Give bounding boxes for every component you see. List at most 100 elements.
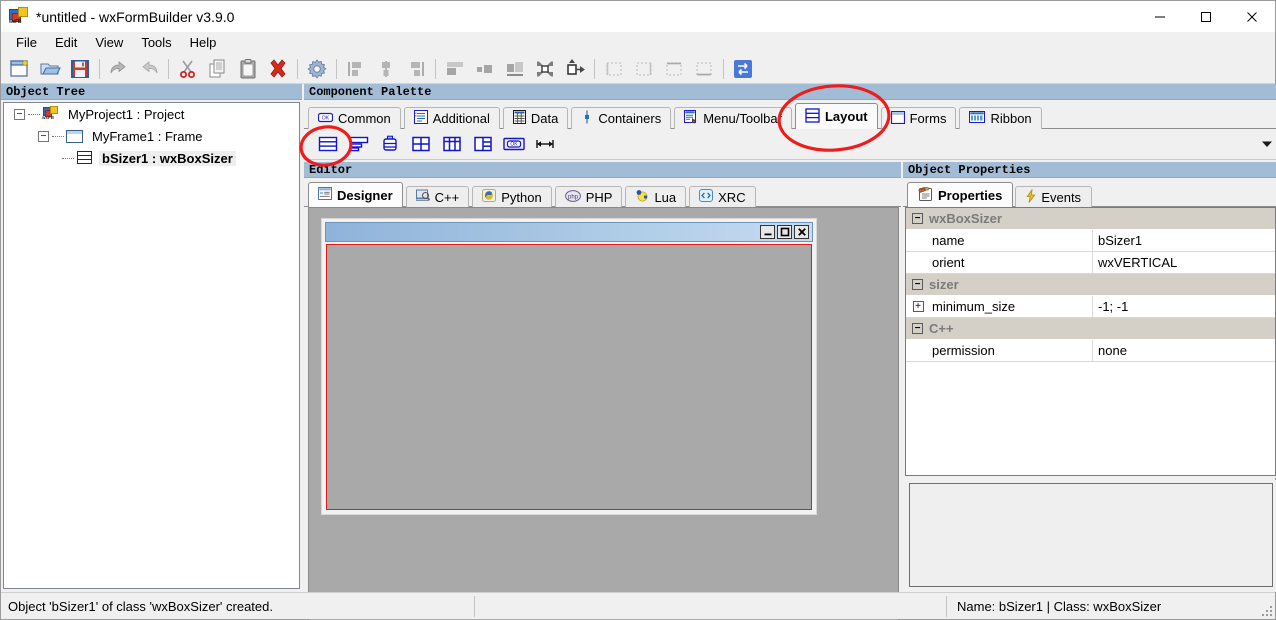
align-middle-button[interactable] bbox=[470, 55, 500, 83]
mock-minimize-button[interactable] bbox=[760, 225, 775, 239]
widget-spacer[interactable] bbox=[529, 131, 560, 157]
main-toolbar bbox=[1, 54, 1275, 84]
align-right-button[interactable] bbox=[401, 55, 431, 83]
palette-overflow-button[interactable] bbox=[1259, 130, 1275, 158]
designer-canvas[interactable] bbox=[308, 207, 899, 620]
property-category-cpp[interactable]: − C++ bbox=[906, 318, 1275, 340]
mock-maximize-button[interactable] bbox=[777, 225, 792, 239]
menu-edit[interactable]: Edit bbox=[46, 33, 86, 53]
paste-button[interactable] bbox=[233, 55, 263, 83]
tab-properties[interactable]: Properties bbox=[907, 182, 1014, 207]
toggle-layout-button[interactable] bbox=[728, 55, 758, 83]
property-row-permission[interactable]: permission none bbox=[906, 340, 1275, 362]
palette-tab-containers[interactable]: Containers bbox=[571, 107, 672, 129]
editor-tab-python[interactable]: Python bbox=[472, 186, 552, 207]
widget-wxflexgridsizer[interactable] bbox=[436, 131, 467, 157]
align-bottom-button[interactable] bbox=[500, 55, 530, 83]
delete-button[interactable] bbox=[263, 55, 293, 83]
border-bottom-button[interactable] bbox=[689, 55, 719, 83]
editor-tab-label: PHP bbox=[585, 189, 613, 205]
menu-file[interactable]: File bbox=[7, 33, 46, 53]
stretch-button[interactable] bbox=[560, 55, 590, 83]
object-tree[interactable]: − wxFB MyProject1 : Project − MyFrame1 :… bbox=[3, 102, 300, 589]
property-value[interactable]: none bbox=[1093, 340, 1275, 361]
editor-tab-xrc[interactable]: XRC bbox=[689, 186, 756, 207]
object-properties-panel: Object Properties Properties Events − wx… bbox=[903, 162, 1276, 478]
ribbon-icon bbox=[969, 111, 986, 126]
expand-button[interactable] bbox=[530, 55, 560, 83]
cut-button[interactable] bbox=[173, 55, 203, 83]
palette-tab-data[interactable]: Data bbox=[502, 107, 569, 129]
property-value[interactable]: -1; -1 bbox=[1093, 296, 1275, 317]
palette-tab-layout[interactable]: Layout bbox=[794, 103, 878, 129]
property-row-name[interactable]: name bSizer1 bbox=[906, 230, 1275, 252]
property-row-orient[interactable]: orient wxVERTICAL bbox=[906, 252, 1275, 274]
palette-tab-ribbon[interactable]: Ribbon bbox=[959, 107, 1042, 129]
grid-widget-icon bbox=[512, 110, 526, 127]
property-grid[interactable]: − wxBoxSizer name bSizer1 orient wxVERTI… bbox=[905, 207, 1276, 476]
property-category-wxboxsizer[interactable]: − wxBoxSizer bbox=[906, 208, 1275, 230]
preview-frame-client-area[interactable] bbox=[326, 244, 812, 510]
open-project-button[interactable] bbox=[35, 55, 65, 83]
editor-tab-php[interactable]: php PHP bbox=[554, 186, 623, 207]
generate-code-button[interactable] bbox=[302, 55, 332, 83]
widget-wxgridsizer[interactable] bbox=[405, 131, 436, 157]
tree-node-frame[interactable]: − MyFrame1 : Frame bbox=[4, 125, 299, 147]
toolbar-separator bbox=[435, 58, 436, 79]
copy-button[interactable] bbox=[203, 55, 233, 83]
maximize-button[interactable] bbox=[1183, 1, 1229, 32]
widget-wxstaticboxsizer[interactable] bbox=[343, 131, 374, 157]
border-right-button[interactable] bbox=[629, 55, 659, 83]
mock-close-button[interactable] bbox=[794, 225, 809, 239]
collapse-icon[interactable]: − bbox=[912, 279, 923, 290]
expander-icon[interactable]: − bbox=[38, 130, 49, 142]
save-project-button[interactable] bbox=[65, 55, 95, 83]
border-left-button[interactable] bbox=[599, 55, 629, 83]
widget-wxboxsizer[interactable] bbox=[312, 131, 343, 157]
resize-grip[interactable] bbox=[1260, 604, 1272, 616]
expander-icon[interactable]: − bbox=[14, 108, 25, 120]
align-center-button[interactable] bbox=[371, 55, 401, 83]
python-icon bbox=[482, 189, 497, 205]
php-icon: php bbox=[564, 189, 581, 205]
align-left-button[interactable] bbox=[341, 55, 371, 83]
collapse-icon[interactable]: − bbox=[912, 213, 923, 224]
minimize-button[interactable] bbox=[1137, 1, 1183, 32]
editor-tab-cpp[interactable]: C++ bbox=[405, 186, 470, 207]
menu-tools[interactable]: Tools bbox=[132, 33, 180, 53]
property-category-label: sizer bbox=[929, 277, 959, 292]
tab-events[interactable]: Events bbox=[1015, 186, 1093, 207]
tree-node-project[interactable]: − wxFB MyProject1 : Project bbox=[4, 103, 299, 125]
palette-tab-additional[interactable]: Additional bbox=[403, 107, 500, 129]
new-project-button[interactable] bbox=[5, 55, 35, 83]
menu-view[interactable]: View bbox=[86, 33, 132, 53]
undo-button[interactable] bbox=[104, 55, 134, 83]
palette-tab-label: Layout bbox=[824, 109, 868, 124]
close-button[interactable] bbox=[1229, 1, 1275, 32]
collapse-icon[interactable]: − bbox=[912, 323, 923, 334]
property-value[interactable]: wxVERTICAL bbox=[1093, 252, 1275, 273]
property-category-sizer[interactable]: − sizer bbox=[906, 274, 1275, 296]
editor-tab-label: C++ bbox=[434, 189, 460, 205]
palette-tab-forms[interactable]: Forms bbox=[880, 107, 957, 129]
editor-tab-lua[interactable]: Lua bbox=[625, 186, 687, 207]
palette-tab-menu-toolbar[interactable]: Menu/Toolbar bbox=[674, 107, 792, 129]
tree-node-bsizer[interactable]: bSizer1 : wxBoxSizer bbox=[4, 147, 299, 169]
menu-help[interactable]: Help bbox=[181, 33, 226, 53]
editor-tab-designer[interactable]: Designer bbox=[308, 182, 403, 207]
widget-wxgridbagsizer[interactable] bbox=[467, 131, 498, 157]
preview-frame[interactable] bbox=[321, 218, 817, 515]
property-row-minimum-size[interactable]: + minimum_size -1; -1 bbox=[906, 296, 1275, 318]
redo-button[interactable] bbox=[134, 55, 164, 83]
property-value[interactable]: bSizer1 bbox=[1093, 230, 1275, 251]
menu-bar: File Edit View Tools Help bbox=[1, 32, 1275, 54]
palette-tab-common[interactable]: OK Common bbox=[308, 107, 401, 129]
lua-icon bbox=[635, 189, 649, 205]
border-top-button[interactable] bbox=[659, 55, 689, 83]
widget-wxstddialogbuttonsizer[interactable]: OK bbox=[498, 131, 529, 157]
widget-wxwrapsizer[interactable] bbox=[374, 131, 405, 157]
align-top-button[interactable] bbox=[440, 55, 470, 83]
property-category-label: C++ bbox=[929, 321, 954, 336]
window-controls bbox=[1137, 1, 1275, 32]
expand-icon[interactable]: + bbox=[912, 301, 924, 312]
